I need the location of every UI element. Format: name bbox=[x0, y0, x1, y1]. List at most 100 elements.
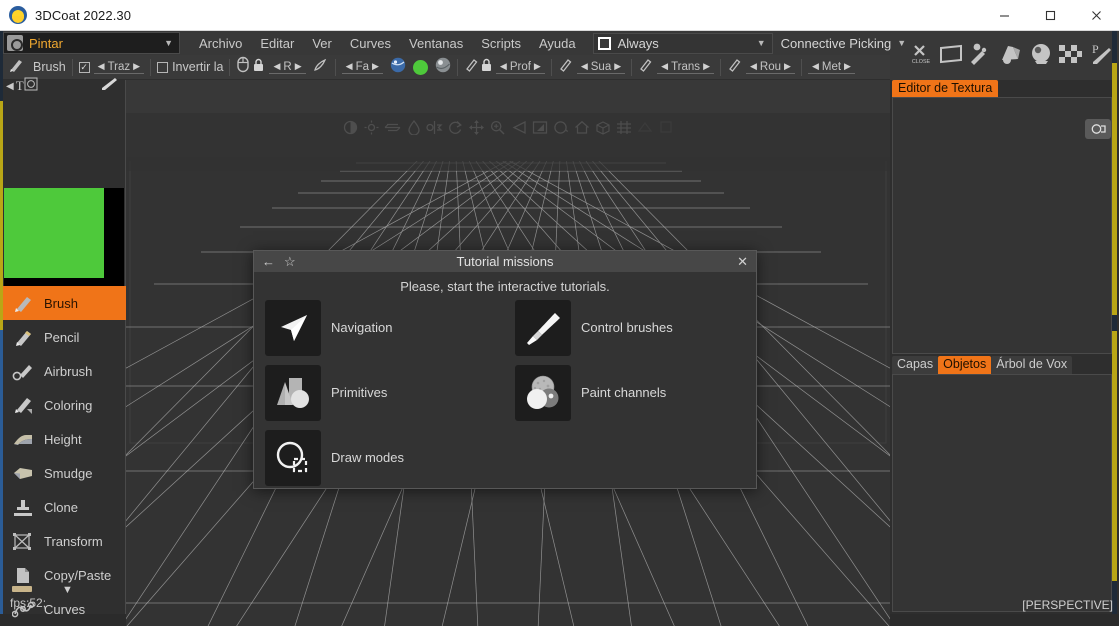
chevron-left-icon[interactable]: ◀ bbox=[6, 81, 14, 92]
sphere-icon[interactable] bbox=[552, 119, 569, 136]
move-icon[interactable] bbox=[468, 119, 485, 136]
chevron-right-icon[interactable]: ▶ bbox=[841, 61, 854, 72]
chevron-left-icon[interactable]: ◀ bbox=[270, 61, 283, 72]
zoom-icon[interactable] bbox=[489, 119, 506, 136]
roughness-spinner[interactable]: ◀ Rou ▶ bbox=[745, 61, 795, 74]
panel-tab-texture-editor[interactable]: Editor de Textura bbox=[892, 80, 999, 97]
mission-paint-channels[interactable]: Paint channels bbox=[515, 360, 747, 425]
chevron-left-icon[interactable]: ◀ bbox=[95, 61, 108, 72]
transparency-spinner[interactable]: ◀ Trans ▶ bbox=[657, 61, 714, 74]
right-scrollbar-thumb-lower[interactable] bbox=[1112, 331, 1117, 581]
green-color-swatch[interactable] bbox=[412, 59, 428, 75]
tab-capas[interactable]: Capas bbox=[892, 356, 939, 374]
stroke-spinner[interactable]: ◀ Traz ▶ bbox=[93, 61, 145, 74]
objects-panel-body[interactable] bbox=[892, 374, 1112, 612]
mission-navigation[interactable]: Navigation bbox=[265, 295, 515, 360]
chevron-left-icon[interactable]: ◀ bbox=[747, 61, 760, 72]
left-scrollbar-thumb[interactable] bbox=[0, 101, 3, 351]
room-selector[interactable]: Pintar ▼ bbox=[3, 32, 180, 54]
contrast-icon[interactable] bbox=[342, 119, 359, 136]
menu-item-curves[interactable]: Curves bbox=[341, 34, 400, 53]
close-button[interactable] bbox=[1073, 0, 1119, 31]
depth-spinner[interactable]: ◀ Prof ▶ bbox=[495, 61, 545, 74]
retopo-paint-icon[interactable] bbox=[967, 39, 995, 69]
mission-control-brushes[interactable]: Control brushes bbox=[515, 295, 747, 360]
always-checkbox[interactable] bbox=[597, 36, 611, 50]
current-color-swatch[interactable] bbox=[4, 188, 104, 278]
sidebar-item-smudge[interactable]: Smudge bbox=[2, 456, 126, 490]
color-swatch-preview[interactable] bbox=[4, 188, 124, 296]
chevron-right-icon[interactable]: ▶ bbox=[781, 61, 794, 72]
sidebar-item-brush[interactable]: Brush bbox=[2, 286, 126, 320]
sidebar-item-clone[interactable]: Clone bbox=[2, 490, 126, 524]
lock-icon[interactable] bbox=[481, 58, 492, 77]
flip-icon[interactable] bbox=[426, 119, 443, 136]
menu-item-scripts[interactable]: Scripts bbox=[472, 34, 530, 53]
mission-primitives[interactable]: Primitives bbox=[265, 360, 515, 425]
square-icon[interactable] bbox=[657, 119, 674, 136]
chevron-down-icon[interactable]: ▼ bbox=[62, 584, 73, 596]
pen-pressure-icon[interactable] bbox=[312, 57, 329, 78]
sidebar-item-airbrush[interactable]: Airbrush bbox=[2, 354, 126, 388]
menu-item-ayuda[interactable]: Ayuda bbox=[530, 34, 585, 53]
uv-map-icon[interactable] bbox=[937, 39, 965, 69]
sidebar-item-height[interactable]: Height bbox=[2, 422, 126, 456]
falloff-spinner[interactable]: ◀ Fa ▶ bbox=[341, 61, 383, 74]
chevron-right-icon[interactable]: ▶ bbox=[531, 61, 544, 72]
drop-icon[interactable] bbox=[405, 119, 422, 136]
chevron-right-icon[interactable]: ▶ bbox=[700, 61, 713, 72]
invert-checkbox[interactable]: ✓ bbox=[157, 61, 169, 73]
radius-spinner[interactable]: ◀ R ▶ bbox=[269, 61, 306, 74]
menu-item-editar[interactable]: Editar bbox=[251, 34, 303, 53]
rotate-icon[interactable] bbox=[447, 119, 464, 136]
home-icon[interactable] bbox=[573, 119, 590, 136]
sidebar-item-coloring[interactable]: Coloring bbox=[2, 388, 126, 422]
tab-objetos[interactable]: Objetos bbox=[938, 356, 992, 374]
tab-arbol-de-vox[interactable]: Árbol de Vox bbox=[991, 356, 1073, 374]
sculpt-icon[interactable] bbox=[997, 39, 1025, 69]
wire-icon[interactable] bbox=[636, 119, 653, 136]
grid-icon[interactable] bbox=[615, 119, 632, 136]
text-tool-icon[interactable]: T bbox=[16, 78, 24, 94]
lock-icon[interactable] bbox=[253, 58, 264, 77]
cone-icon[interactable] bbox=[510, 119, 527, 136]
gray-sphere-swatch[interactable] bbox=[435, 57, 451, 78]
metal-spinner[interactable]: ◀ Met ▶ bbox=[807, 61, 855, 74]
light-icon[interactable] bbox=[363, 119, 380, 136]
right-scrollbar-thumb-upper[interactable] bbox=[1112, 63, 1117, 315]
left-edge-scrollbar-lower[interactable] bbox=[0, 330, 3, 614]
mouse-icon[interactable] bbox=[236, 56, 250, 78]
maximize-button[interactable] bbox=[1027, 0, 1073, 31]
symmetry-icon[interactable] bbox=[384, 119, 401, 136]
camera-preset-button[interactable] bbox=[1083, 117, 1113, 141]
chevron-left-icon[interactable]: ◀ bbox=[497, 61, 510, 72]
chevron-left-icon[interactable]: ◀ bbox=[578, 61, 591, 72]
smooth-spinner[interactable]: ◀ Sua ▶ bbox=[576, 61, 626, 74]
menu-item-ventanas[interactable]: Ventanas bbox=[400, 34, 472, 53]
mission-draw-modes[interactable]: Draw modes bbox=[265, 425, 515, 490]
chevron-right-icon[interactable]: ▶ bbox=[611, 61, 624, 72]
chevron-right-icon[interactable]: ▶ bbox=[369, 61, 382, 72]
picking-mode-label[interactable]: Connective Picking bbox=[781, 36, 892, 51]
always-dropdown[interactable]: Always ▼ bbox=[592, 32, 773, 54]
close-room-icon[interactable]: CLOSE bbox=[907, 39, 935, 69]
paint-p-icon[interactable]: P bbox=[1087, 39, 1115, 69]
pen-icon[interactable] bbox=[99, 76, 119, 97]
render-sphere-icon[interactable] bbox=[1027, 39, 1055, 69]
chevron-left-icon[interactable]: ◀ bbox=[809, 61, 822, 72]
sidebar-item-pencil[interactable]: Pencil bbox=[2, 320, 126, 354]
close-icon[interactable]: ✕ bbox=[737, 254, 748, 270]
chevron-right-icon[interactable]: ▶ bbox=[292, 61, 305, 72]
menu-item-ver[interactable]: Ver bbox=[303, 34, 341, 53]
sidebar-item-transform[interactable]: Transform bbox=[2, 524, 126, 558]
texture-editor-body[interactable] bbox=[892, 97, 1112, 354]
tutorial-missions-dialog[interactable]: ← ☆ Tutorial missions ✕ Please, start th… bbox=[253, 250, 757, 489]
box-icon[interactable] bbox=[594, 119, 611, 136]
frame-icon[interactable] bbox=[531, 119, 548, 136]
minimize-button[interactable] bbox=[981, 0, 1027, 31]
checker-tweak-icon[interactable] bbox=[1057, 39, 1085, 69]
chevron-left-icon[interactable]: ◀ bbox=[343, 61, 356, 72]
blue-sphere-swatch[interactable] bbox=[390, 57, 406, 78]
chevron-right-icon[interactable]: ▶ bbox=[130, 61, 143, 72]
stroke-checkbox[interactable]: ✓ bbox=[78, 61, 90, 73]
